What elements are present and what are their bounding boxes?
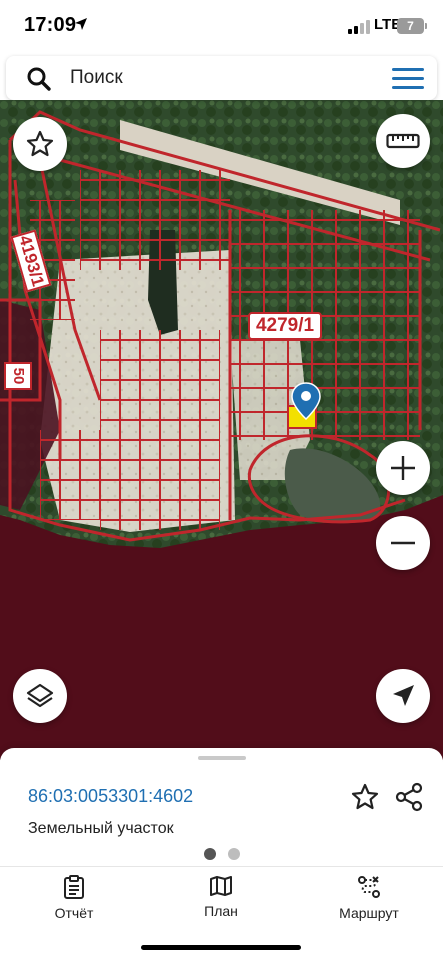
map-view[interactable]: 4193/1 4279/1 50: [0, 100, 443, 760]
route-icon: [358, 876, 380, 898]
page-dot[interactable]: [228, 848, 240, 860]
plus-icon: [391, 456, 415, 480]
battery-icon: 7: [397, 18, 427, 34]
search-input[interactable]: [70, 64, 370, 92]
signal-icon: [348, 20, 370, 34]
tab-plan[interactable]: План: [161, 875, 281, 919]
tab-report[interactable]: Отчёт: [14, 875, 134, 921]
parcel-label-center: 4279/1: [248, 312, 322, 340]
map-icon: [210, 876, 232, 896]
cadastral-number[interactable]: 86:03:0053301:4602: [28, 786, 193, 807]
satellite-map[interactable]: [0, 100, 443, 760]
zoom-out-button[interactable]: [376, 516, 430, 570]
page-dot-active[interactable]: [204, 848, 216, 860]
location-pin-icon[interactable]: [291, 382, 321, 420]
search-icon[interactable]: [26, 66, 52, 92]
clipboard-icon: [64, 875, 84, 899]
hamburger-menu-icon[interactable]: [392, 68, 424, 90]
ruler-icon: [386, 133, 420, 149]
status-time: 17:09: [24, 14, 77, 36]
card-drag-handle[interactable]: [198, 756, 246, 760]
navigation-arrow-icon: [393, 685, 414, 706]
tab-plan-label: План: [204, 903, 238, 919]
location-arrow-icon: [75, 18, 87, 30]
layers-button[interactable]: [13, 669, 67, 723]
share-icon[interactable]: [394, 782, 424, 812]
object-type: Земельный участок: [28, 820, 174, 837]
my-location-button[interactable]: [376, 669, 430, 723]
home-indicator[interactable]: [141, 945, 301, 950]
zoom-in-button[interactable]: [376, 441, 430, 495]
favorites-button[interactable]: [13, 117, 67, 171]
favorite-star-icon[interactable]: [350, 782, 380, 812]
star-icon: [26, 130, 54, 157]
layers-icon: [26, 683, 54, 708]
tab-route-label: Маршрут: [339, 905, 399, 921]
tab-route[interactable]: Маршрут: [309, 875, 429, 921]
search-bar: [6, 56, 437, 100]
minus-icon: [391, 541, 415, 545]
parcel-label-small: 50: [4, 362, 32, 390]
ruler-button[interactable]: [376, 114, 430, 168]
status-bar: 17:09 LTE 7: [0, 0, 443, 52]
tab-report-label: Отчёт: [54, 905, 94, 921]
